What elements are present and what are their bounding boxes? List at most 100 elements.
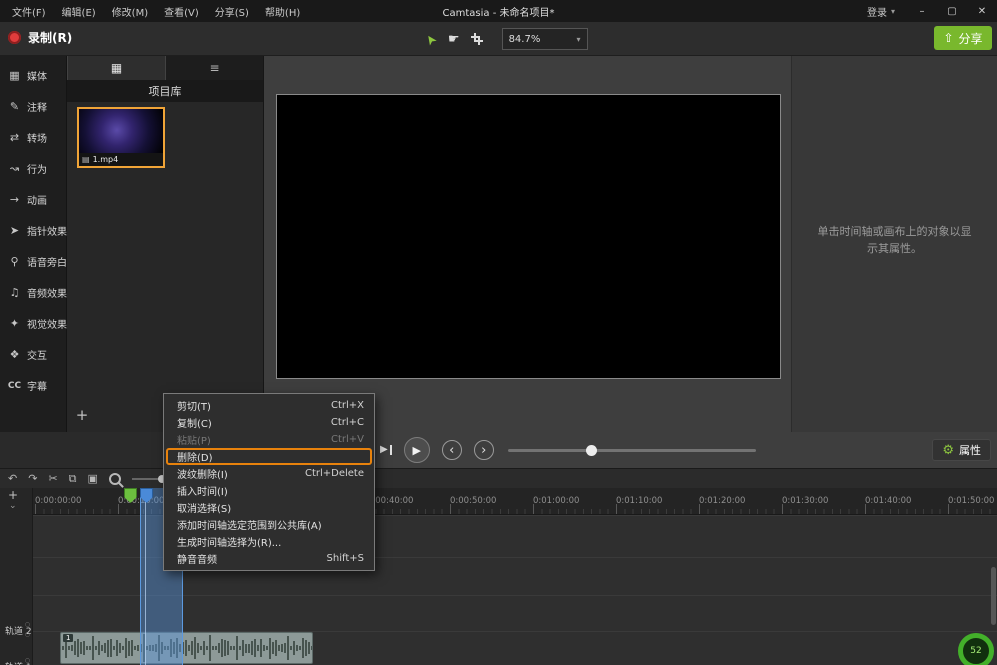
ruler-tick: 0:00:50:00 bbox=[450, 496, 496, 506]
menu-share[interactable]: 分享(S) bbox=[207, 0, 257, 23]
library-header: 项目库 bbox=[67, 80, 263, 102]
menu-file[interactable]: 文件(F) bbox=[4, 0, 54, 23]
status-badge: 52 bbox=[958, 633, 994, 665]
cut-icon[interactable]: ✂ bbox=[48, 473, 57, 484]
context-item-label: 取消选择(S) bbox=[177, 500, 231, 515]
context-item-add-selection-to-library[interactable]: 添加时间轴选定范围到公共库(A) bbox=[164, 516, 374, 533]
shortcut-label: Ctrl+V bbox=[321, 434, 364, 445]
undo-icon[interactable]: ↶ bbox=[8, 473, 17, 484]
share-upload-icon: ⇧ bbox=[943, 31, 953, 45]
sidebar-item-media[interactable]: ▦ 媒体 bbox=[0, 60, 66, 91]
hint-line: 示其属性。 bbox=[800, 240, 989, 257]
sidebar-item-label: 转场 bbox=[27, 130, 47, 145]
lock-icon: ○ bbox=[25, 621, 30, 628]
media-tabs: ▦ ≡ bbox=[67, 55, 263, 80]
context-item-delete[interactable]: 删除(D) bbox=[164, 448, 374, 465]
microphone-icon: ⚲ bbox=[7, 255, 22, 268]
sidebar-item-transitions[interactable]: ⇄ 转场 bbox=[0, 122, 66, 153]
minimize-button[interactable]: – bbox=[907, 0, 937, 22]
add-track-button[interactable]: + bbox=[8, 489, 18, 501]
pan-tool-icon[interactable]: ☛ bbox=[448, 32, 460, 47]
track-options-icon[interactable]: ○ ○ bbox=[25, 620, 30, 639]
track-options-icon[interactable]: ○ ○ bbox=[25, 656, 30, 665]
media-clip-thumbnail[interactable]: ▤ 1.mp4 bbox=[77, 107, 165, 168]
step-forward-button[interactable]: ▶ bbox=[380, 445, 392, 455]
canvas-zoom-value: 84.7% bbox=[509, 34, 541, 45]
animation-icon: → bbox=[7, 193, 22, 206]
cursor-effects-icon: ➤ bbox=[7, 224, 22, 237]
copy-icon[interactable]: ⧉ bbox=[69, 473, 77, 484]
sidebar-item-audio-effects[interactable]: ♫ 音频效果 bbox=[0, 277, 66, 308]
lock-icon: ○ bbox=[25, 657, 30, 664]
add-media-button[interactable]: + bbox=[73, 406, 91, 424]
sidebar-item-interactivity[interactable]: ❖ 交互 bbox=[0, 339, 66, 370]
canvas-zoom-select[interactable]: 84.7% ▾ bbox=[502, 28, 588, 50]
ruler-tick: 0:01:40:00 bbox=[865, 496, 911, 506]
sidebar-item-label: 视觉效果 bbox=[27, 316, 67, 331]
context-item-deselect[interactable]: 取消选择(S) bbox=[164, 499, 374, 516]
play-button[interactable]: ▶ bbox=[404, 437, 430, 463]
record-button[interactable]: 录制(R) bbox=[8, 29, 72, 46]
menu-view[interactable]: 查看(V) bbox=[156, 0, 207, 23]
context-item-label: 删除(D) bbox=[177, 449, 213, 464]
share-button[interactable]: ⇧ 分享 bbox=[934, 26, 992, 50]
context-item-label: 波纹删除(I) bbox=[177, 466, 228, 481]
context-item-paste[interactable]: 粘贴(P) Ctrl+V bbox=[164, 431, 374, 448]
annotation-icon: ✎ bbox=[7, 100, 22, 113]
properties-hint: 单击时间轴或画布上的对象以显 示其属性。 bbox=[800, 223, 989, 257]
sidebar-item-visual-effects[interactable]: ✦ 视觉效果 bbox=[0, 308, 66, 339]
shortcut-label: Shift+S bbox=[317, 553, 364, 564]
menu-bar: 文件(F) 编辑(E) 修改(M) 查看(V) 分享(S) 帮助(H) bbox=[0, 0, 308, 23]
login-button[interactable]: 登录 ▾ bbox=[855, 4, 907, 19]
context-item-mute-audio[interactable]: 静音音频 Shift+S bbox=[164, 550, 374, 567]
paste-icon[interactable]: ▣ bbox=[88, 473, 98, 484]
context-item-copy[interactable]: 复制(C) Ctrl+C bbox=[164, 414, 374, 431]
film-icon: ▤ bbox=[82, 155, 90, 164]
sidebar-item-annotations[interactable]: ✎ 注释 bbox=[0, 91, 66, 122]
menu-help[interactable]: 帮助(H) bbox=[257, 0, 308, 23]
grid-view-icon: ▦ bbox=[111, 61, 122, 75]
context-item-insert-time[interactable]: 插入时间(I) bbox=[164, 482, 374, 499]
tab-media-bin[interactable]: ▦ bbox=[67, 55, 166, 80]
sidebar-item-voice-narration[interactable]: ⚲ 语音旁白 bbox=[0, 246, 66, 277]
sidebar-item-label: 注释 bbox=[27, 99, 47, 114]
tab-list-view[interactable]: ≡ bbox=[166, 55, 263, 80]
sidebar-item-label: 指针效果 bbox=[27, 223, 67, 238]
sidebar-item-cursor-effects[interactable]: ➤ 指针效果 bbox=[0, 215, 66, 246]
redo-icon[interactable]: ↷ bbox=[28, 473, 37, 484]
transition-icon: ⇄ bbox=[7, 131, 22, 144]
collapse-tracks-icon[interactable]: ⌄ bbox=[9, 502, 17, 511]
clip-label-bar: ▤ 1.mp4 bbox=[79, 153, 163, 166]
audio-clip[interactable]: 1 bbox=[60, 632, 313, 664]
crop-tool-icon[interactable] bbox=[471, 33, 483, 45]
playhead-handle[interactable] bbox=[140, 488, 153, 503]
timeline-toolbar: ↶ ↷ ✂ ⧉ ▣ bbox=[0, 468, 997, 488]
context-item-cut[interactable]: 剪切(T) Ctrl+X bbox=[164, 397, 374, 414]
zoom-magnifier-icon[interactable] bbox=[109, 473, 121, 485]
close-button[interactable]: ✕ bbox=[967, 0, 997, 22]
clip-preview-image bbox=[79, 109, 163, 153]
visibility-icon: ○ bbox=[25, 631, 30, 638]
transport-controls: ▶ ▶ ‹ › bbox=[380, 432, 494, 468]
menu-modify[interactable]: 修改(M) bbox=[104, 0, 156, 23]
timeline-scrollbar[interactable] bbox=[991, 567, 996, 625]
menu-edit[interactable]: 编辑(E) bbox=[54, 0, 104, 23]
cursor-tool-icon[interactable]: ➤ bbox=[422, 30, 441, 48]
canvas-tools: ➤ ☛ 84.7% ▾ bbox=[426, 28, 588, 50]
context-item-produce-selection-as[interactable]: 生成时间轴选择为(R)... bbox=[164, 533, 374, 550]
sidebar-item-captions[interactable]: CC 字幕 bbox=[0, 370, 66, 401]
next-button[interactable]: › bbox=[474, 440, 494, 460]
previous-button[interactable]: ‹ bbox=[442, 440, 462, 460]
context-item-label: 插入时间(I) bbox=[177, 483, 228, 498]
context-item-ripple-delete[interactable]: 波纹删除(I) Ctrl+Delete bbox=[164, 465, 374, 482]
maximize-button[interactable]: ▢ bbox=[937, 0, 967, 22]
sidebar-item-animations[interactable]: → 动画 bbox=[0, 184, 66, 215]
track-header-column: + ⌄ 轨道 2 ○ ○ 轨道 1 ○ ○ bbox=[0, 488, 33, 665]
editing-canvas[interactable] bbox=[276, 94, 781, 379]
seek-slider-knob[interactable] bbox=[586, 445, 597, 456]
context-item-label: 添加时间轴选定范围到公共库(A) bbox=[177, 517, 322, 532]
seek-slider[interactable] bbox=[508, 449, 756, 452]
sidebar-item-behaviors[interactable]: ↝ 行为 bbox=[0, 153, 66, 184]
properties-button[interactable]: ⚙ 属性 bbox=[932, 439, 991, 461]
context-item-label: 复制(C) bbox=[177, 415, 212, 430]
